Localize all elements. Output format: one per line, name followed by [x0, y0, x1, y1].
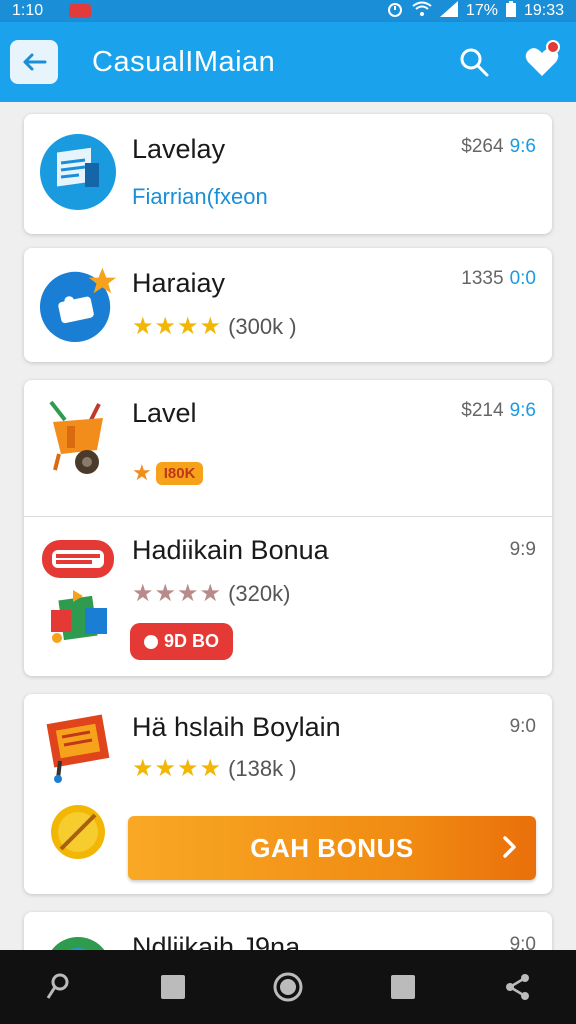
- notification-badge: [546, 40, 560, 54]
- app-name: Lavelay: [132, 134, 226, 164]
- notifications-button[interactable]: [518, 38, 566, 86]
- search-icon: [460, 48, 489, 77]
- app-row[interactable]: Lavel ★ I80K $214 9:6: [24, 380, 552, 516]
- app-meta: 9:9: [510, 539, 536, 561]
- star-icon: ★: [132, 460, 152, 485]
- arrow-left-icon: [23, 53, 47, 71]
- coin-app-icon: [48, 802, 108, 862]
- sign-app-icon: [38, 708, 118, 788]
- rating-stars: ★★★★: [132, 755, 223, 782]
- app-rating: ★★★★ (300k ): [132, 312, 297, 341]
- app-name: Hadiikain Bonua: [132, 535, 329, 565]
- home-circle-icon[interactable]: [263, 962, 313, 1012]
- green-circle-app-icon: [38, 930, 118, 950]
- chevron-right-icon: [503, 836, 516, 858]
- app-score: 9:0: [509, 934, 536, 950]
- app-meta: 9:0: [510, 716, 536, 738]
- rating-stars: ★★★★: [132, 580, 223, 607]
- app-meta: 9:0: [510, 934, 536, 950]
- app-name: Hä hslaih Boylain: [132, 712, 341, 742]
- alarm-icon: [386, 0, 404, 23]
- app-name: Ndliikaih J9na: [132, 932, 301, 950]
- app-meta: $264 9:6: [461, 136, 536, 158]
- app-row[interactable]: Hadiikain Bonua ★★★★ (320k) 9D BO 9:9: [24, 516, 552, 676]
- bonus-badge-label: 9D BO: [164, 631, 220, 651]
- app-rating: ★★★★ (138k ): [132, 754, 297, 783]
- battery-text: 17%: [465, 2, 498, 19]
- app-price: $214: [461, 400, 504, 421]
- key-icon[interactable]: [33, 962, 83, 1012]
- back-button[interactable]: [10, 40, 58, 84]
- app-name: Haraiay: [132, 268, 226, 298]
- app-card: Lavel ★ I80K $214 9:6 Hadiikain Bonua ★★…: [24, 380, 552, 676]
- gift-box-app-icon: [38, 531, 118, 651]
- signal-icon: [439, 0, 458, 22]
- app-rating: ★★★★ (320k): [132, 579, 290, 608]
- app-name: Lavel: [132, 398, 197, 428]
- get-bonus-button[interactable]: GAH BONUS: [128, 816, 536, 880]
- status-time-left: 1:10: [12, 2, 44, 19]
- chat-bubble-app-icon: [38, 264, 118, 344]
- navigation-bar: [0, 950, 576, 1024]
- wifi-icon: [412, 1, 432, 22]
- badge-dot-icon: [144, 634, 158, 649]
- wheelbarrow-app-icon: [38, 396, 118, 476]
- rating-count: (320k): [228, 580, 291, 606]
- app-score: 9:0: [509, 716, 536, 737]
- document-app-icon: [38, 132, 118, 212]
- app-score: 9:9: [509, 539, 536, 560]
- battery-icon: [505, 0, 516, 22]
- get-bonus-label: GAH BONUS: [250, 832, 414, 863]
- rating-count: (138k ): [228, 755, 297, 781]
- bonus-badge[interactable]: 9D BO: [130, 623, 234, 660]
- status-bar: 1:10 17% 19:33: [0, 0, 576, 22]
- square-icon[interactable]: [148, 962, 198, 1012]
- app-meta: $214 9:6: [461, 400, 536, 422]
- recents-square-icon[interactable]: [378, 962, 428, 1012]
- app-card[interactable]: Hä hslaih Boylain ★★★★ (138k ) 9:0 GAH B…: [24, 694, 552, 894]
- downloads-count: I80K: [155, 461, 204, 485]
- rating-stars: ★★★★: [132, 313, 223, 340]
- app-bar: CasualIMaian: [0, 22, 576, 102]
- app-list: Lavelay Fiarrian(fxeon $264 9:6 Haraiay ★…: [0, 102, 576, 950]
- downloads-tag: ★ I80K: [132, 460, 204, 486]
- app-meta: 1335 0:0: [461, 268, 536, 290]
- app-score: 0:0: [509, 268, 536, 289]
- app-card[interactable]: Haraiay ★★★★ (300k ) 1335 0:0: [24, 248, 552, 362]
- app-title: CasualIMaian: [92, 45, 276, 78]
- app-score: 9:6: [509, 400, 536, 421]
- app-score: 9:6: [509, 136, 536, 157]
- rating-count: (300k ): [228, 313, 297, 339]
- app-price: 1335: [461, 268, 504, 289]
- share-icon[interactable]: [493, 962, 543, 1012]
- app-subtitle: Fiarrian(fxeon: [132, 184, 268, 209]
- notification-app-icon: [69, 4, 92, 18]
- app-price: $264: [461, 136, 504, 157]
- app-tag-row: ★ I80K: [132, 460, 204, 486]
- status-time-right: 19:33: [523, 2, 564, 19]
- app-card[interactable]: Lavelay Fiarrian(fxeon $264 9:6: [24, 114, 552, 234]
- app-card[interactable]: Ndliikaih J9na 9:0: [24, 912, 552, 950]
- search-button[interactable]: [454, 42, 494, 82]
